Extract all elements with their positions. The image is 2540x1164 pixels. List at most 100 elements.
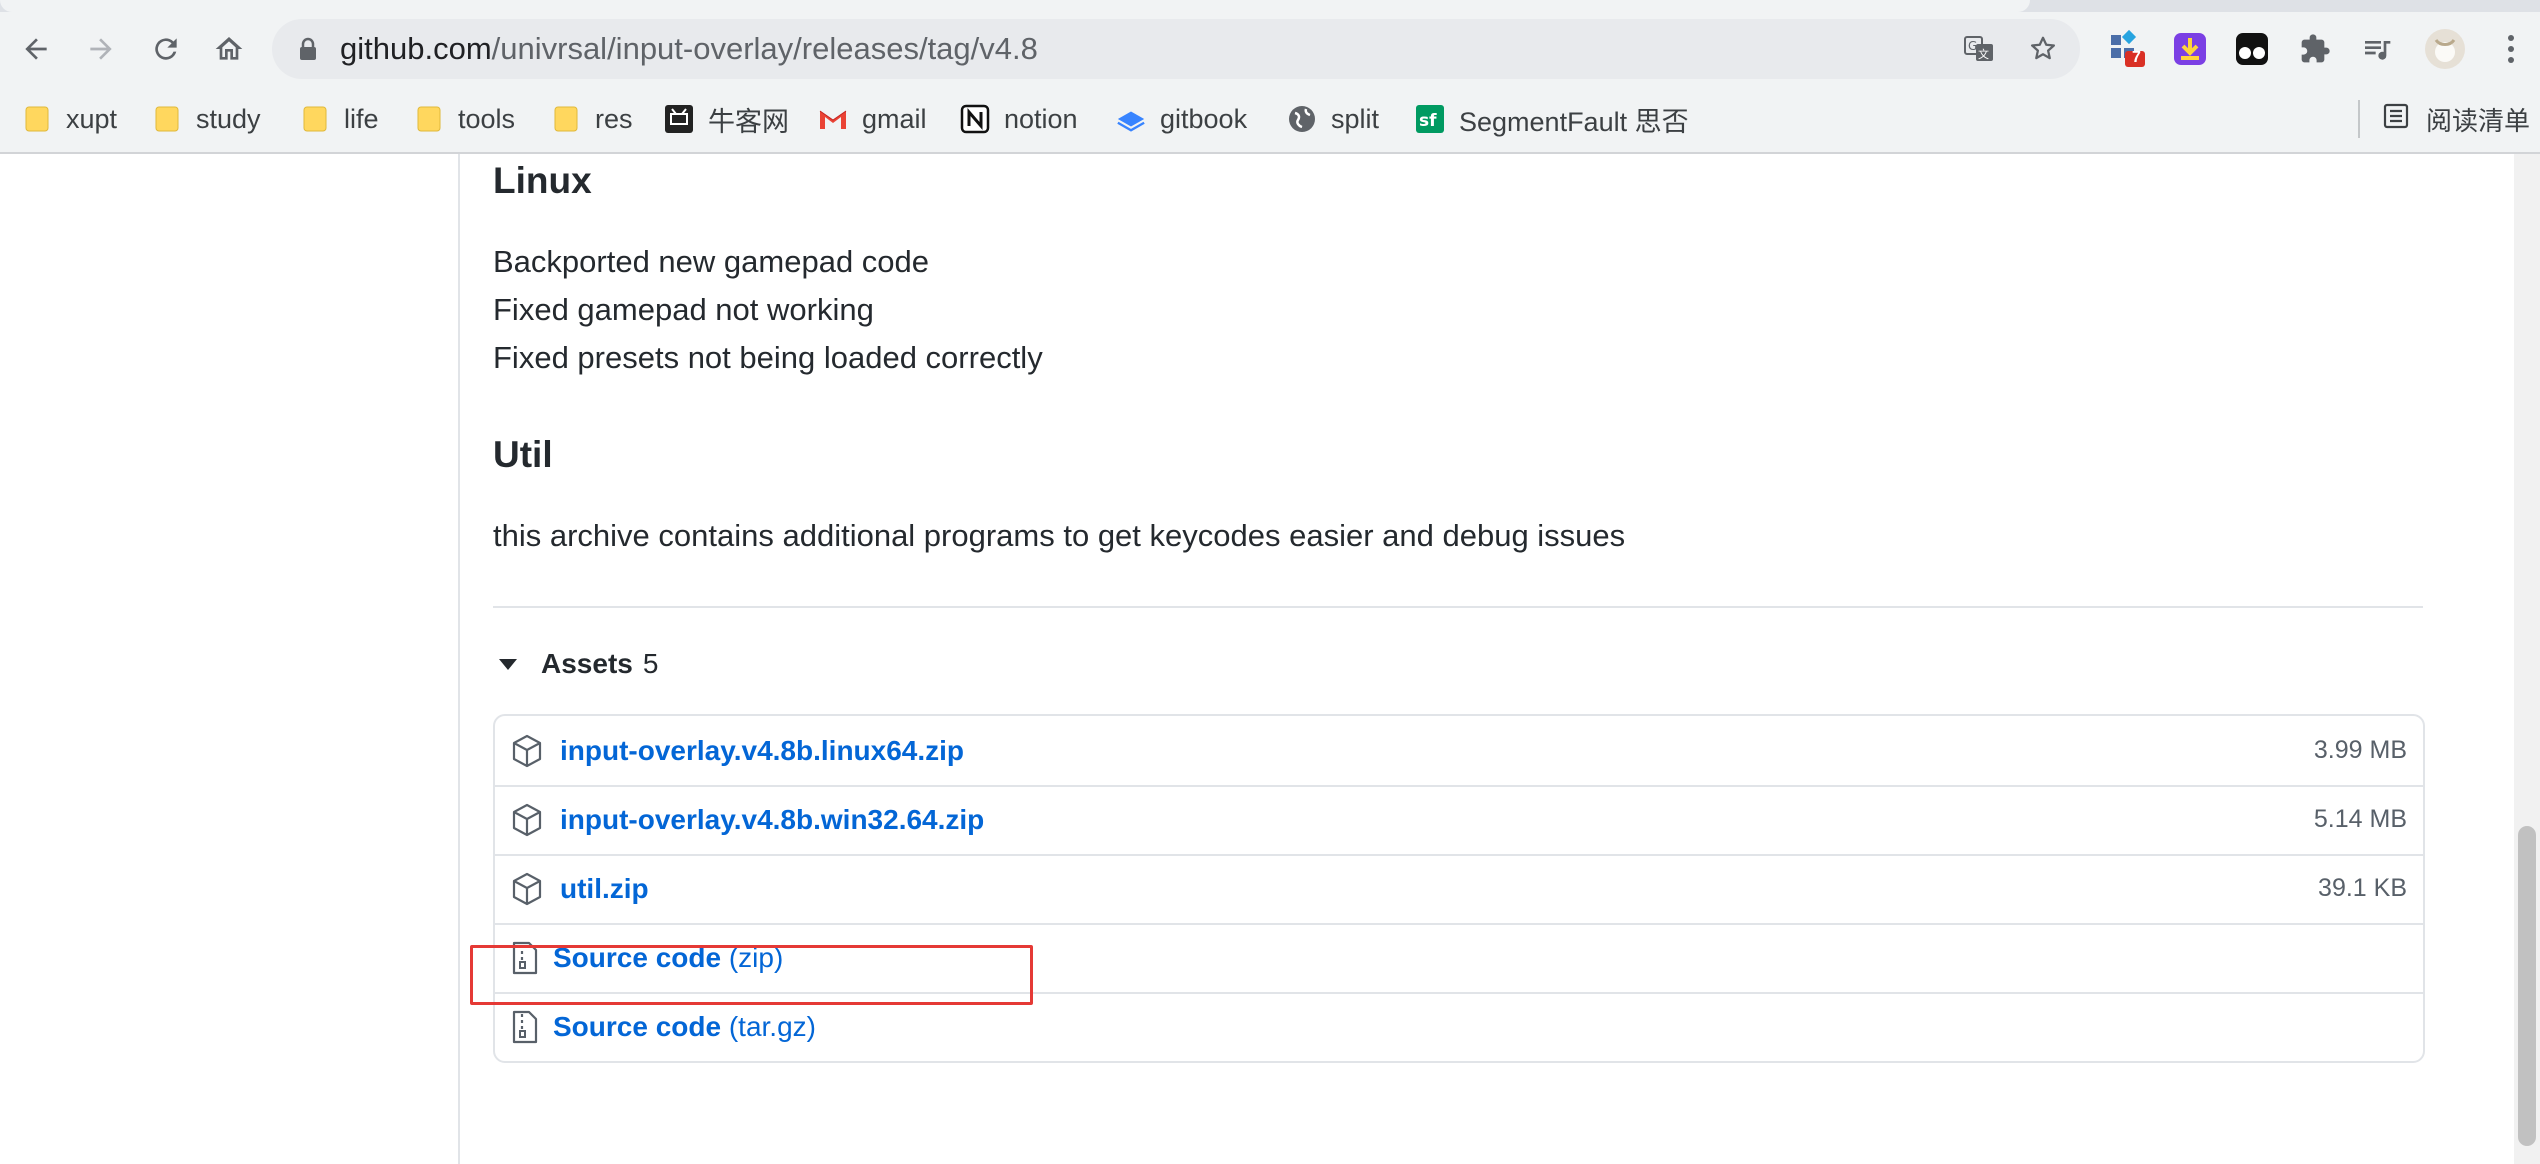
section-divider bbox=[493, 606, 2423, 608]
gmail-icon bbox=[818, 104, 848, 134]
folder-icon bbox=[300, 104, 330, 134]
extension-download-button[interactable] bbox=[2165, 24, 2215, 74]
reading-list-button[interactable]: 阅读清单 bbox=[2382, 86, 2530, 152]
svg-text:文: 文 bbox=[1978, 47, 1989, 61]
reading-list-label: 阅读清单 bbox=[2426, 105, 2531, 136]
bookmark-label: study bbox=[196, 103, 261, 134]
bookmark-label: split bbox=[1331, 103, 1380, 134]
linux-heading: Linux bbox=[493, 160, 592, 201]
reading-list-icon bbox=[2382, 102, 2410, 137]
avatar-icon bbox=[2425, 29, 2465, 69]
back-button[interactable] bbox=[11, 24, 61, 74]
bookmark-gmail[interactable]: gmail bbox=[818, 86, 927, 152]
bookmark-notion[interactable]: notion bbox=[960, 86, 1078, 152]
asset-link[interactable]: util.zip bbox=[560, 854, 649, 923]
bookmarks-divider bbox=[2358, 100, 2360, 138]
util-heading: Util bbox=[493, 434, 553, 475]
bookmark-label: gitbook bbox=[1160, 103, 1248, 134]
assets-count: 5 bbox=[642, 648, 659, 679]
home-icon bbox=[215, 37, 243, 60]
linux-note-2: Fixed gamepad not working bbox=[493, 292, 874, 327]
folder-icon bbox=[22, 104, 52, 134]
globe-icon bbox=[1287, 104, 1317, 134]
media-controls-button[interactable] bbox=[2352, 24, 2402, 74]
page-viewport: Linux Backported new gamepad code Fixed … bbox=[0, 154, 2540, 1164]
nowcoder-icon bbox=[664, 104, 694, 134]
bookmark-folder-res[interactable]: res bbox=[551, 86, 633, 152]
svg-text:G: G bbox=[1968, 39, 1977, 53]
asset-row[interactable]: util.zip 39.1 KB bbox=[495, 854, 2423, 923]
gitbook-icon bbox=[1116, 104, 1146, 134]
assets-list: input-overlay.v4.8b.linux64.zip 3.99 MB … bbox=[493, 714, 2425, 1063]
bookmark-folder-life[interactable]: life bbox=[300, 86, 379, 152]
bookmarks-bar: xupt study life tools res 牛客网 gmail noti… bbox=[0, 86, 2540, 154]
url-path: /univrsal/input-overlay/releases/tag/v4.… bbox=[491, 31, 1038, 66]
reload-icon bbox=[155, 38, 177, 60]
asset-row[interactable]: input-overlay.v4.8b.linux64.zip 3.99 MB bbox=[495, 716, 2423, 785]
url-host: github.com bbox=[340, 31, 492, 66]
package-icon bbox=[511, 872, 543, 906]
source-code-label: Source code bbox=[553, 1011, 722, 1042]
browser-menu-button[interactable] bbox=[2486, 24, 2536, 74]
bookmark-label: notion bbox=[1004, 103, 1078, 134]
row-separator bbox=[495, 923, 2423, 925]
asset-size: 5.14 MB bbox=[2313, 805, 2407, 833]
reload-button[interactable] bbox=[141, 24, 191, 74]
bookmark-split[interactable]: split bbox=[1287, 86, 1379, 152]
address-bar[interactable]: github.com/univrsal/input-overlay/releas… bbox=[272, 19, 2080, 79]
bookmark-gitbook[interactable]: gitbook bbox=[1116, 86, 1247, 152]
star-icon[interactable] bbox=[2026, 32, 2060, 66]
linux-note-1: Backported new gamepad code bbox=[493, 244, 930, 279]
kebab-menu-icon bbox=[2508, 35, 2514, 63]
url-text[interactable]: github.com/univrsal/input-overlay/releas… bbox=[340, 19, 1038, 79]
translate-icon[interactable]: G文 bbox=[1962, 32, 1996, 66]
bookmark-folder-xupt[interactable]: xupt bbox=[22, 86, 117, 152]
lock-icon bbox=[298, 37, 318, 66]
profile-button[interactable] bbox=[2420, 24, 2470, 74]
bookmark-label: SegmentFault 思否 bbox=[1459, 106, 1689, 137]
playlist-icon bbox=[2365, 41, 2391, 60]
row-separator bbox=[495, 854, 2423, 856]
linux-note-3: Fixed presets not being loaded correctly bbox=[493, 340, 1043, 375]
scrollbar-thumb[interactable] bbox=[2518, 826, 2536, 1146]
assets-label: Assets bbox=[541, 648, 633, 679]
folder-icon bbox=[152, 104, 182, 134]
forward-button[interactable] bbox=[76, 24, 126, 74]
asset-link[interactable]: input-overlay.v4.8b.linux64.zip bbox=[560, 716, 964, 785]
assets-toggle[interactable]: Assets 5 bbox=[493, 644, 658, 684]
asset-size: 3.99 MB bbox=[2313, 736, 2407, 764]
file-zip-icon bbox=[511, 1010, 543, 1044]
bookmark-folder-study[interactable]: study bbox=[152, 86, 261, 152]
arrow-right-icon bbox=[90, 38, 112, 60]
tampermonkey-icon bbox=[2236, 33, 2268, 65]
puzzle-icon bbox=[2301, 34, 2330, 63]
segmentfault-icon: sf bbox=[1415, 104, 1445, 134]
bookmark-label: life bbox=[344, 103, 379, 134]
bookmark-label: xupt bbox=[66, 103, 118, 134]
extensions-button[interactable] bbox=[2290, 24, 2340, 74]
archive-format: (tar.gz) bbox=[728, 1011, 816, 1042]
asset-row[interactable]: input-overlay.v4.8b.win32.64.zip 5.14 MB bbox=[495, 785, 2423, 854]
extension-apps-button[interactable]: 7 bbox=[2102, 24, 2152, 74]
folder-icon bbox=[414, 104, 444, 134]
asset-link[interactable]: input-overlay.v4.8b.win32.64.zip bbox=[560, 785, 984, 854]
notion-icon bbox=[960, 104, 990, 134]
bookmark-label: res bbox=[595, 103, 633, 134]
bookmark-segmentfault[interactable]: sf SegmentFault 思否 bbox=[1415, 86, 1689, 152]
bookmark-folder-tools[interactable]: tools bbox=[414, 86, 515, 152]
asset-size: 39.1 KB bbox=[2318, 874, 2407, 902]
caret-down-icon bbox=[499, 658, 517, 670]
bookmark-label: gmail bbox=[862, 103, 927, 134]
annotation-highlight-box bbox=[470, 945, 1033, 1005]
bookmark-nowcoder[interactable]: 牛客网 bbox=[664, 86, 789, 152]
active-tab[interactable] bbox=[0, 0, 2030, 12]
sidebar-border bbox=[458, 154, 460, 1164]
bookmark-label: tools bbox=[458, 103, 516, 134]
extension-tampermonkey-button[interactable] bbox=[2227, 24, 2277, 74]
package-icon bbox=[511, 734, 543, 768]
home-button[interactable] bbox=[204, 24, 254, 74]
browser-toolbar: github.com/univrsal/input-overlay/releas… bbox=[0, 12, 2540, 86]
svg-text:sf: sf bbox=[1419, 111, 1437, 131]
apps-grid-icon bbox=[2111, 29, 2145, 67]
extension-badge: 7 bbox=[2132, 49, 2141, 66]
